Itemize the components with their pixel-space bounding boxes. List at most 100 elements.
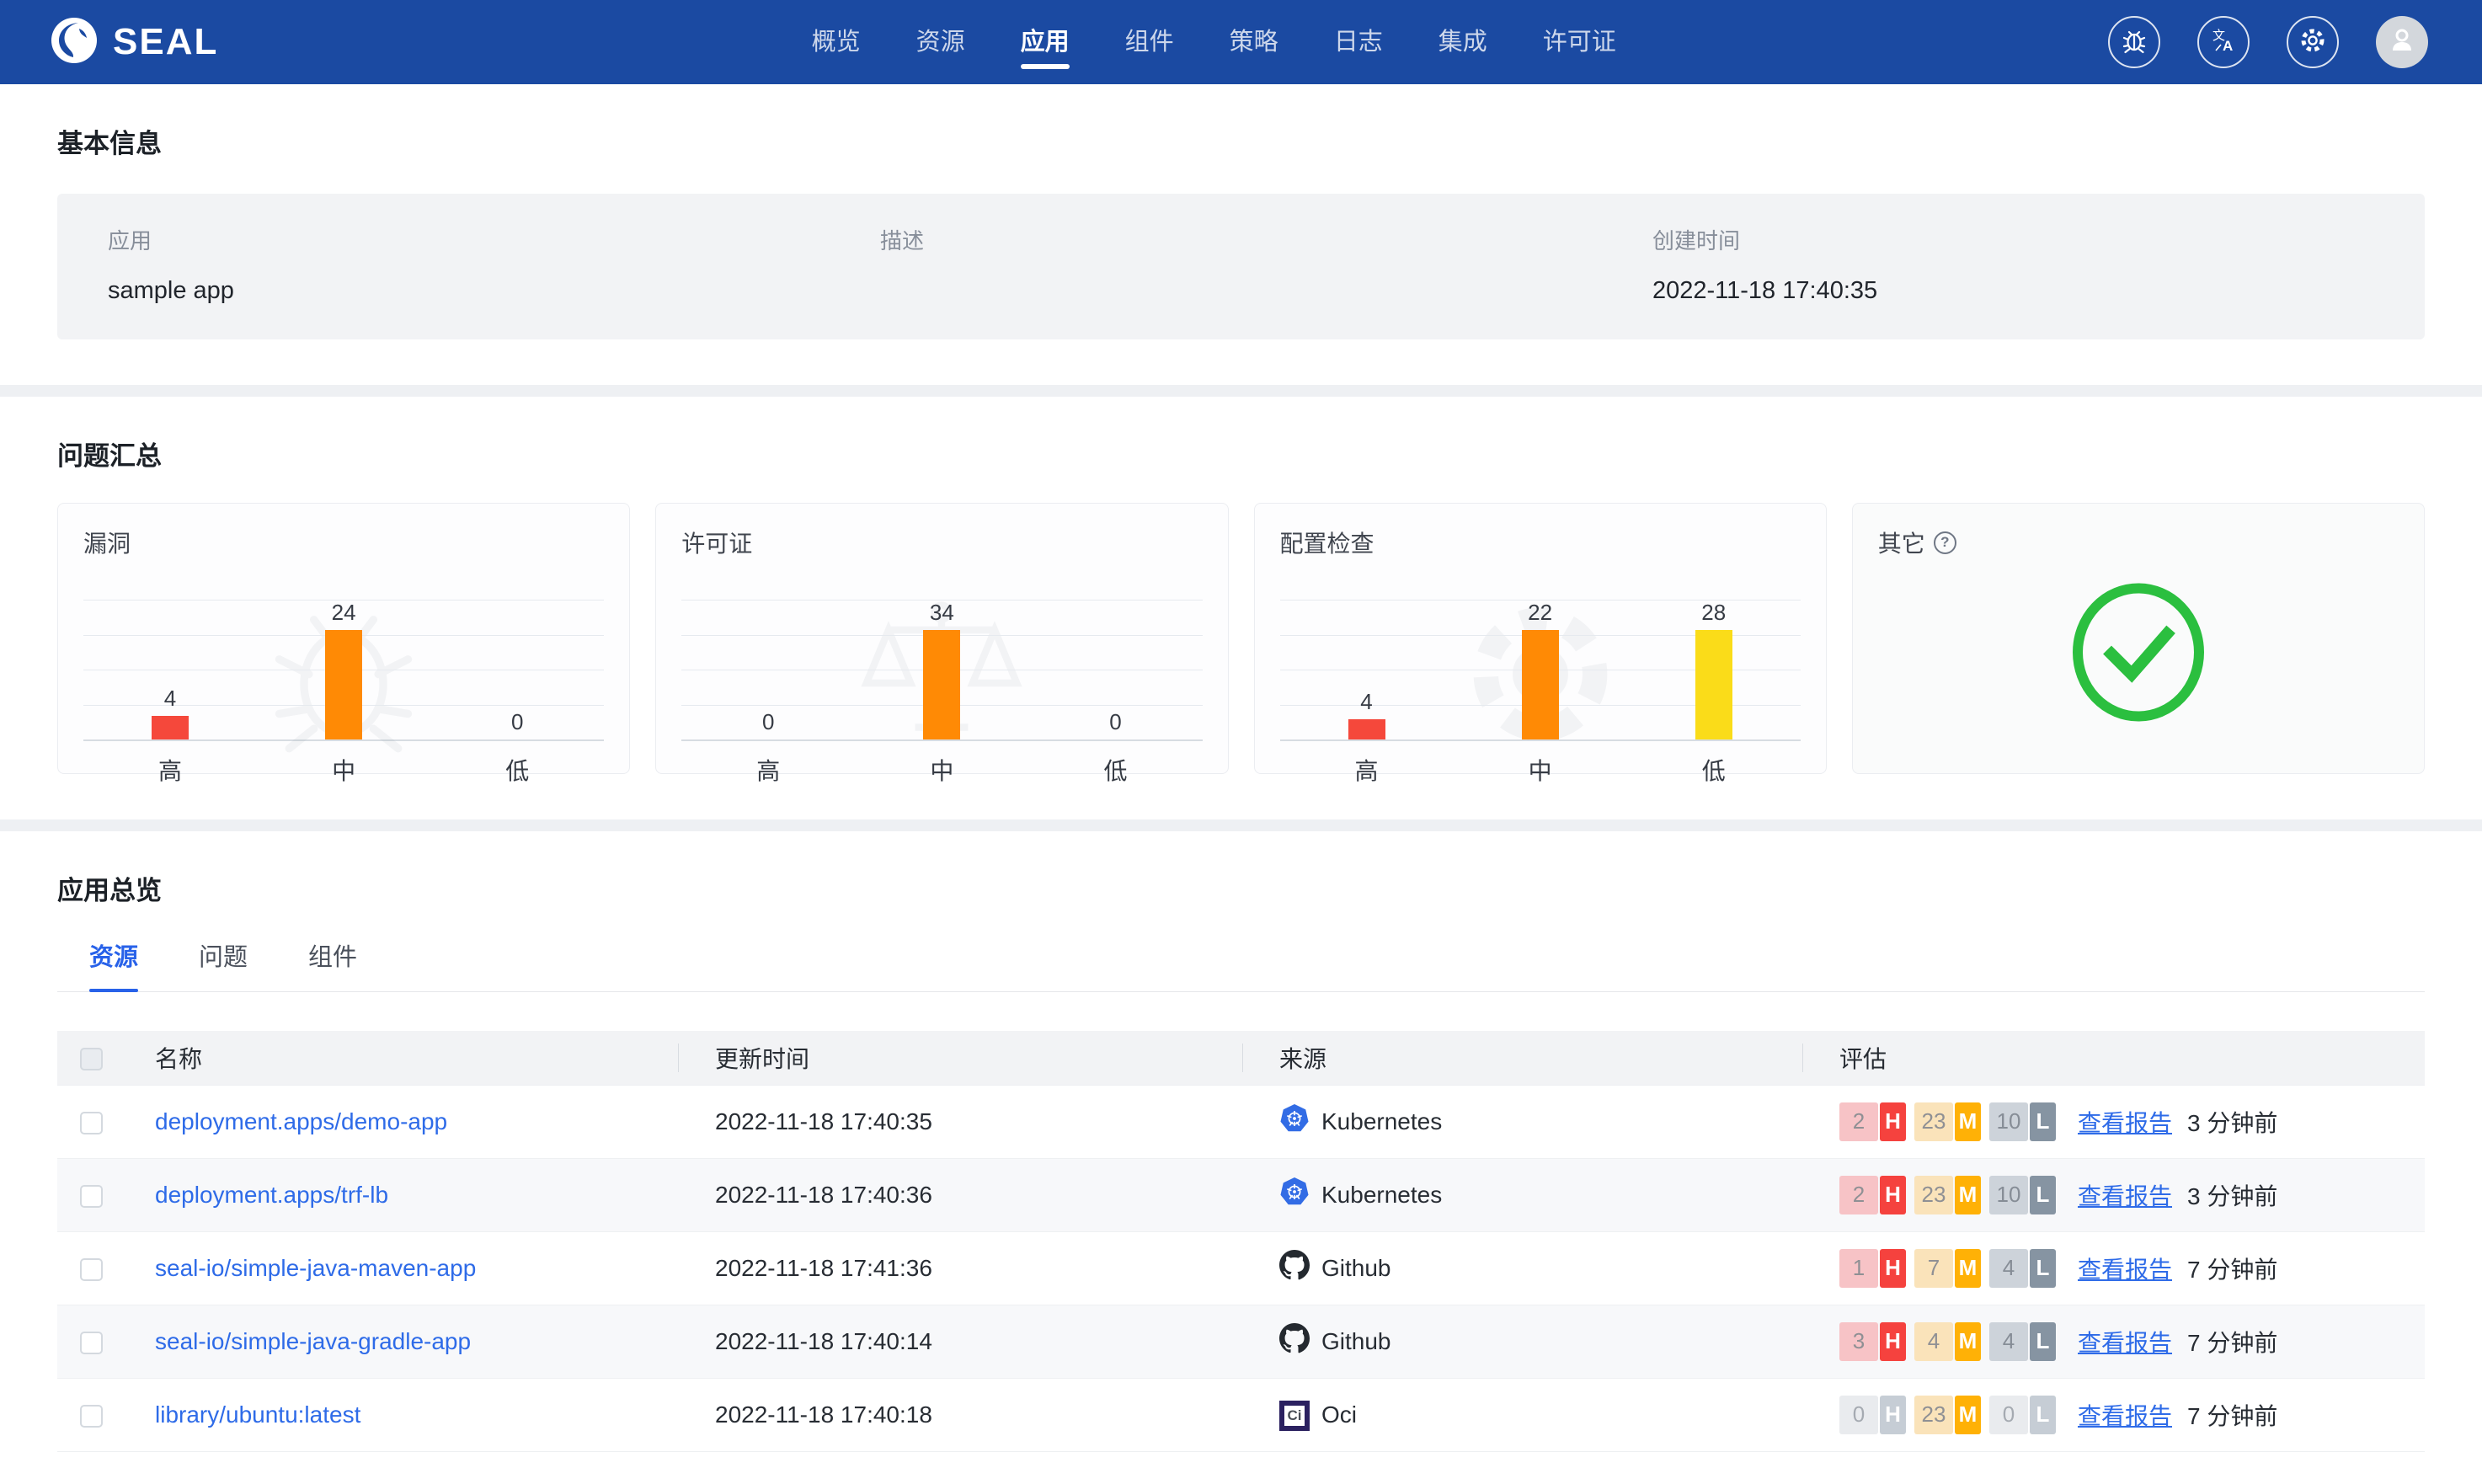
kubernetes-icon: [1279, 1177, 1310, 1213]
table-header-row: 名称 更新时间 来源 评估: [57, 1031, 2425, 1085]
kubernetes-icon: [1279, 1103, 1310, 1140]
info-field-label: 创建时间: [1652, 224, 2425, 255]
settings-button[interactable]: [2287, 16, 2339, 68]
high-count: 2: [1839, 1102, 1878, 1141]
view-report-link[interactable]: 查看报告: [2078, 1252, 2172, 1285]
view-report-link[interactable]: 查看报告: [2078, 1178, 2172, 1212]
medium-severity-badge: 23M: [1914, 1396, 1981, 1434]
low-letter: L: [2030, 1249, 2056, 1288]
medium-severity-badge: 4M: [1914, 1322, 1981, 1361]
time-ago-label: 7 分钟前: [2187, 1325, 2277, 1359]
nav-item-3[interactable]: 组件: [1125, 0, 1174, 84]
medium-count: 23: [1914, 1102, 1953, 1141]
category-label: 低: [430, 753, 604, 787]
header-source: 来源: [1242, 1031, 1802, 1085]
nav-item-5[interactable]: 日志: [1334, 0, 1383, 84]
oci-icon: Ci: [1279, 1399, 1310, 1431]
nav-item-2[interactable]: 应用: [1021, 0, 1070, 84]
row-checkbox[interactable]: [80, 1332, 103, 1354]
resource-link[interactable]: seal-io/simple-java-gradle-app: [155, 1328, 471, 1354]
bar-value-label: 4: [164, 686, 176, 711]
bar-value-label: 0: [1109, 709, 1121, 734]
nav-item-1[interactable]: 资源: [916, 0, 965, 84]
bars: 4240: [83, 600, 604, 739]
time-ago-label: 7 分钟前: [2187, 1398, 2277, 1432]
info-field-0: 应用sample app: [108, 224, 880, 306]
nav-item-6[interactable]: 集成: [1438, 0, 1487, 84]
bar-chart: 42228: [1280, 600, 1801, 741]
info-field-label: 应用: [108, 224, 880, 255]
info-field-1: 描述: [880, 224, 1652, 306]
bar-value-label: 0: [511, 709, 523, 734]
issue-card-title: 漏洞: [83, 526, 604, 559]
assessment-badges: 1H7M4L查看报告7 分钟前: [1839, 1249, 2425, 1288]
info-field-value: 2022-11-18 17:40:35: [1652, 277, 2425, 306]
bar: [1522, 630, 1559, 739]
source: Github: [1279, 1250, 1802, 1286]
brand-name: SEAL: [113, 21, 218, 63]
medium-severity-badge: 23M: [1914, 1176, 1981, 1214]
resource-link[interactable]: seal-io/simple-java-maven-app: [155, 1255, 476, 1281]
app-overview-title: 应用总览: [57, 869, 2425, 907]
source: CiOci: [1279, 1399, 1802, 1431]
language-button[interactable]: 文 A: [2197, 16, 2250, 68]
nav-item-7[interactable]: 许可证: [1543, 0, 1616, 84]
tab-0[interactable]: 资源: [89, 937, 138, 991]
resource-link[interactable]: library/ubuntu:latest: [155, 1401, 360, 1428]
info-field-2: 创建时间 2022-11-18 17:40:35: [1652, 224, 2425, 306]
source: Github: [1279, 1323, 1802, 1359]
category-label: 高: [681, 753, 855, 787]
oci-logo-icon: Ci: [1279, 1401, 1310, 1431]
assessment-cell: 2H23M10L查看报告3 分钟前: [1802, 1085, 2425, 1158]
low-severity-badge: 4L: [1989, 1249, 2056, 1288]
tab-2[interactable]: 组件: [308, 937, 357, 991]
view-report-link[interactable]: 查看报告: [2078, 1325, 2172, 1359]
bar-value-label: 34: [930, 600, 954, 625]
table-row-0: deployment.apps/demo-app 2022-11-18 17:40…: [57, 1085, 2425, 1158]
nav-item-0[interactable]: 概览: [812, 0, 861, 84]
view-report-link[interactable]: 查看报告: [2078, 1105, 2172, 1139]
medium-count: 7: [1914, 1249, 1953, 1288]
high-letter: H: [1880, 1396, 1906, 1434]
row-checkbox-cell: [57, 1085, 125, 1158]
resource-name-cell: seal-io/simple-java-gradle-app: [125, 1305, 678, 1378]
low-letter: L: [2030, 1176, 2056, 1214]
medium-letter: M: [1955, 1102, 1981, 1141]
assessment-cell: 3H4M4L查看报告7 分钟前: [1802, 1305, 2425, 1378]
high-letter: H: [1880, 1249, 1906, 1288]
brand[interactable]: SEAL: [51, 17, 218, 68]
row-checkbox[interactable]: [80, 1405, 103, 1428]
assessment-badges: 2H23M10L查看报告3 分钟前: [1839, 1176, 2425, 1214]
row-checkbox-cell: [57, 1158, 125, 1231]
issue-card-0: 漏洞4240高中低: [57, 503, 630, 774]
resource-link[interactable]: deployment.apps/trf-lb: [155, 1182, 388, 1208]
header-updated: 更新时间: [678, 1031, 1242, 1085]
user-avatar-button[interactable]: [2376, 16, 2428, 68]
issue-card-1: 许可证0340高中低: [655, 503, 1228, 774]
row-checkbox[interactable]: [80, 1112, 103, 1134]
updated-time-cell: 2022-11-18 17:40:35: [678, 1085, 1242, 1158]
translate-icon: 文 A: [2209, 26, 2238, 59]
basic-info-grid: 应用sample app描述创建时间 2022-11-18 17:40:35: [57, 194, 2425, 339]
medium-letter: M: [1955, 1176, 1981, 1214]
high-severity-badge: 3H: [1839, 1322, 1906, 1361]
bar-column-中: 34: [855, 600, 1028, 739]
category-labels: 高中低: [1280, 753, 1801, 787]
low-severity-badge: 0L: [1989, 1396, 2056, 1434]
low-count: 10: [1989, 1102, 2028, 1141]
resource-link[interactable]: deployment.apps/demo-app: [155, 1108, 447, 1134]
select-all-checkbox[interactable]: [80, 1048, 103, 1070]
medium-count: 23: [1914, 1176, 1953, 1214]
category-label: 高: [83, 753, 257, 787]
debug-bug-button[interactable]: [2108, 16, 2160, 68]
nav-item-4[interactable]: 策略: [1230, 0, 1278, 84]
view-report-link[interactable]: 查看报告: [2078, 1398, 2172, 1432]
resource-table-body: deployment.apps/demo-app 2022-11-18 17:40…: [57, 1085, 2425, 1451]
row-checkbox[interactable]: [80, 1185, 103, 1208]
row-checkbox[interactable]: [80, 1258, 103, 1281]
help-icon[interactable]: ?: [1934, 531, 1956, 554]
medium-letter: M: [1955, 1322, 1981, 1361]
tab-1[interactable]: 问题: [199, 937, 248, 991]
time-ago-label: 3 分钟前: [2187, 1105, 2277, 1139]
low-letter: L: [2030, 1396, 2056, 1434]
